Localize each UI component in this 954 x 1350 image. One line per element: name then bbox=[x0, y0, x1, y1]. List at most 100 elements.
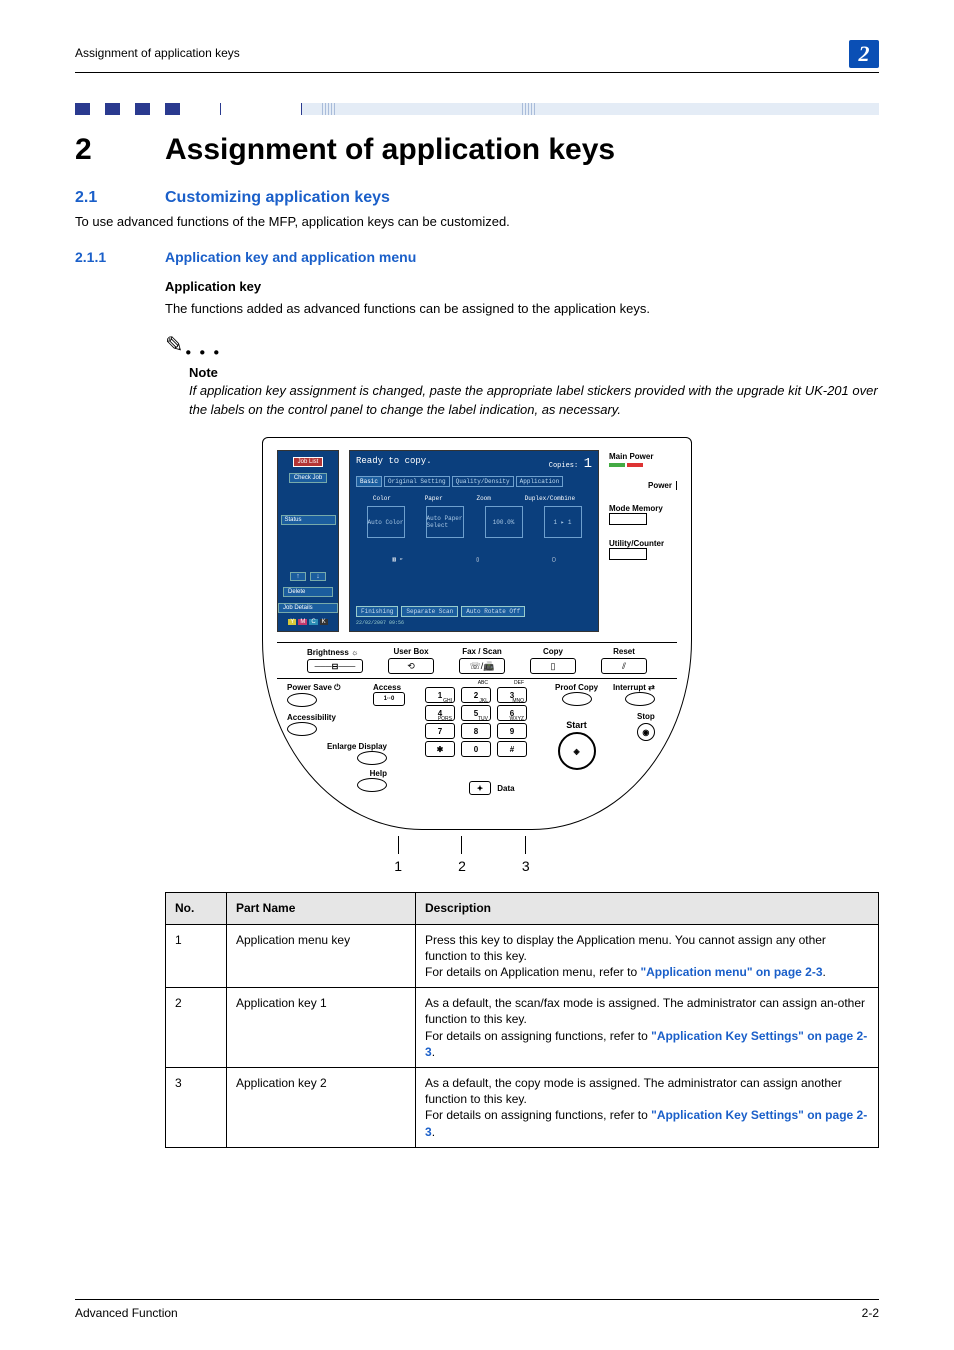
fax-scan-label: Fax / Scan bbox=[462, 647, 502, 656]
section-number: 2.1 bbox=[75, 189, 165, 207]
ready-text: Ready to copy. bbox=[356, 456, 432, 472]
toner-chips: Y M C K bbox=[288, 619, 327, 625]
note-icon: ✎• • • bbox=[165, 332, 221, 357]
keypad-key: 0 bbox=[461, 741, 491, 757]
lcd-main-buttons: Auto Color Auto Paper Select 100.0% 1 ▸ … bbox=[356, 506, 592, 538]
numeric-keypad: 12ABC3DEF4GHI5JKL6MNO7PQRS8TUV9WXYZ✱0# bbox=[425, 687, 525, 755]
check-job-label: Check Job bbox=[289, 473, 327, 483]
start-button: ◈ bbox=[558, 732, 596, 770]
col-header-desc: Description bbox=[416, 893, 879, 924]
enlarge-display-button bbox=[357, 751, 387, 765]
cell-description: As a default, the scan/fax mode is assig… bbox=[416, 988, 879, 1068]
lcd-tabs: Basic Original Setting Quality/Density A… bbox=[356, 476, 592, 487]
lcd-main-screen: Ready to copy. Copies: 1 Basic Original … bbox=[349, 450, 599, 632]
decorative-bar bbox=[75, 103, 879, 115]
stop-button: ◉ bbox=[637, 723, 655, 741]
control-panel-figure: Job List Check Job Status ↑↓ Delete Job … bbox=[262, 437, 692, 874]
lcd-labels-row: ColorPaperZoomDuplex/Combine bbox=[356, 495, 592, 502]
copy-label: Copy bbox=[543, 647, 563, 656]
subsection-number: 2.1.1 bbox=[75, 249, 165, 265]
note-text: If application key assignment is changed… bbox=[189, 382, 879, 420]
col-header-part: Part Name bbox=[227, 893, 416, 924]
keypad-key: 7PQRS bbox=[425, 723, 455, 739]
cell-no: 1 bbox=[166, 924, 227, 988]
lcd-side-panel: Job List Check Job Status ↑↓ Delete Job … bbox=[277, 450, 339, 632]
fax-scan-button: ☏/📠 bbox=[459, 658, 505, 674]
user-box-label: User Box bbox=[393, 647, 428, 656]
main-power-label: Main Power bbox=[609, 452, 677, 461]
mode-memory-label: Mode Memory bbox=[609, 504, 677, 513]
cross-reference-link[interactable]: "Application Key Settings" on page 2-3 bbox=[425, 1108, 867, 1138]
cell-no: 3 bbox=[166, 1067, 227, 1147]
chapter-badge: 2 bbox=[849, 40, 879, 68]
keypad-key: 8TUV bbox=[461, 723, 491, 739]
access-button: 1··0 bbox=[373, 692, 405, 706]
figure-callouts: 1 2 3 bbox=[262, 836, 692, 874]
note-block: ✎• • • Note If application key assignmen… bbox=[165, 332, 879, 419]
table-row: 2Application key 1As a default, the scan… bbox=[166, 988, 879, 1068]
up-down-arrows: ↑↓ bbox=[290, 572, 326, 581]
note-label: Note bbox=[189, 365, 879, 380]
cell-part-name: Application key 1 bbox=[227, 988, 416, 1068]
cross-reference-link[interactable]: "Application menu" on page 2-3 bbox=[640, 965, 822, 979]
keypad-key: 9WXYZ bbox=[497, 723, 527, 739]
delete-label: Delete bbox=[283, 587, 333, 597]
lcd-bottom-tabs: Finishing Separate Scan Auto Rotate Off bbox=[356, 606, 592, 617]
utility-counter-button bbox=[609, 548, 647, 560]
section-title: Customizing application keys bbox=[165, 189, 390, 207]
cell-no: 2 bbox=[166, 988, 227, 1068]
help-label: Help bbox=[287, 769, 387, 778]
cell-part-name: Application key 2 bbox=[227, 1067, 416, 1147]
footer-right: 2-2 bbox=[862, 1306, 879, 1320]
reset-button: ⫽ bbox=[601, 658, 647, 674]
table-row: 3Application key 2As a default, the copy… bbox=[166, 1067, 879, 1147]
cell-part-name: Application menu key bbox=[227, 924, 416, 988]
proof-copy-button bbox=[562, 692, 592, 706]
start-label: Start bbox=[555, 720, 598, 730]
reset-label: Reset bbox=[613, 647, 635, 656]
utility-counter-label: Utility/Counter bbox=[609, 539, 677, 548]
accessibility-button bbox=[287, 722, 317, 736]
cell-description: As a default, the copy mode is assigned.… bbox=[416, 1067, 879, 1147]
job-details-label: Job Details bbox=[278, 603, 338, 613]
accessibility-label: Accessibility bbox=[287, 713, 387, 722]
job-list-label: Job List bbox=[293, 457, 324, 467]
power-label: Power bbox=[609, 481, 677, 490]
mode-memory-button bbox=[609, 513, 647, 525]
footer-left: Advanced Function bbox=[75, 1306, 178, 1320]
chapter-title: Assignment of application keys bbox=[165, 133, 615, 167]
brightness-slider: ───⊟─── bbox=[307, 659, 363, 673]
cross-reference-link[interactable]: "Application Key Settings" on page 2-3 bbox=[425, 1029, 867, 1059]
parts-table: No. Part Name Description 1Application m… bbox=[165, 892, 879, 1147]
brightness-label: Brightness ☼ bbox=[307, 648, 358, 657]
side-labels: Main Power Power Mode Memory Utility/Cou… bbox=[609, 450, 677, 632]
application-key-body: The functions added as advanced function… bbox=[165, 300, 879, 318]
keypad-key: # bbox=[497, 741, 527, 757]
power-save-label: Power Save ⏻ bbox=[287, 683, 387, 693]
stop-label: Stop bbox=[613, 712, 655, 721]
lcd-icons-row: ▥ ➢▯▢ bbox=[356, 556, 592, 563]
help-button bbox=[357, 778, 387, 792]
data-indicator: ✦ bbox=[469, 781, 491, 795]
interrupt-button bbox=[625, 692, 655, 706]
copy-button: ▯ bbox=[530, 658, 576, 674]
running-title: Assignment of application keys bbox=[75, 40, 240, 60]
col-header-no: No. bbox=[166, 893, 227, 924]
keypad-key: ✱ bbox=[425, 741, 455, 757]
interrupt-label: Interrupt ⇄ bbox=[613, 683, 655, 692]
cell-description: Press this key to display the Applicatio… bbox=[416, 924, 879, 988]
section-body: To use advanced functions of the MFP, ap… bbox=[75, 213, 879, 231]
run-in-heading-application-key: Application key bbox=[165, 279, 879, 294]
power-save-button bbox=[287, 693, 317, 707]
user-box-button: ⟲ bbox=[388, 658, 434, 674]
header-rule bbox=[75, 72, 879, 73]
proof-copy-label: Proof Copy bbox=[555, 683, 598, 692]
controls-area: Power Save ⏻ Accessibility Enlarge Displ… bbox=[277, 683, 677, 803]
subsection-title: Application key and application menu bbox=[165, 249, 416, 265]
data-label: Data bbox=[497, 784, 514, 793]
access-label: Access bbox=[373, 683, 405, 692]
enlarge-display-label: Enlarge Display bbox=[287, 742, 387, 751]
status-label: Status bbox=[281, 515, 336, 525]
chapter-number: 2 bbox=[75, 133, 165, 167]
table-row: 1Application menu keyPress this key to d… bbox=[166, 924, 879, 988]
